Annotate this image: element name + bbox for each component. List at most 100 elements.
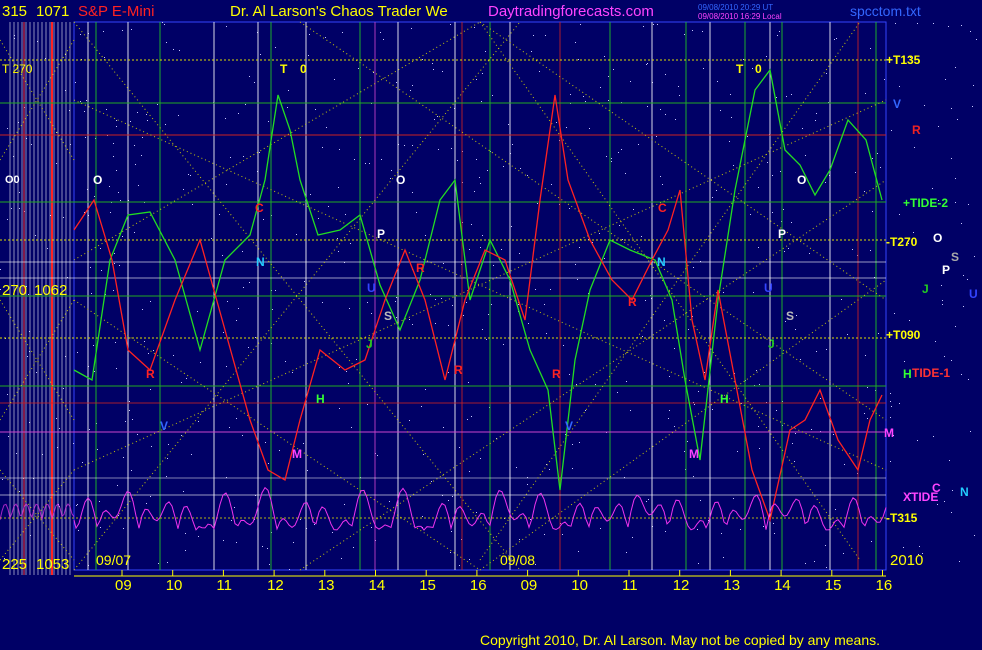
star-dot — [304, 281, 305, 282]
star-dot — [82, 462, 83, 463]
x-tick-label: 15 — [825, 577, 842, 594]
star-dot — [660, 176, 661, 177]
star-dot — [870, 250, 871, 251]
star-dot — [604, 258, 605, 259]
star-dot — [296, 234, 297, 235]
right-label: XTIDE — [903, 490, 938, 504]
star-dot — [115, 342, 116, 343]
star-dot — [307, 470, 308, 471]
star-dot — [578, 551, 579, 552]
star-dot — [647, 63, 648, 64]
star-dot — [632, 537, 633, 538]
star-dot — [579, 442, 580, 443]
chart-background — [0, 0, 982, 650]
star-dot — [516, 467, 517, 468]
star-dot — [450, 552, 451, 553]
star-dot — [181, 382, 182, 383]
star-dot — [600, 528, 601, 529]
star-dot — [674, 348, 675, 349]
star-dot — [118, 515, 119, 516]
star-dot — [544, 304, 545, 305]
star-dot — [646, 64, 647, 65]
star-dot — [520, 168, 521, 169]
star-dot — [878, 333, 879, 334]
star-dot — [747, 136, 748, 137]
star-dot — [606, 156, 607, 157]
star-dot — [459, 447, 460, 448]
star-dot — [80, 34, 81, 35]
star-dot — [137, 112, 138, 113]
star-dot — [158, 563, 159, 564]
x-tick-label: 11 — [622, 577, 638, 594]
star-dot — [371, 527, 372, 528]
star-dot — [422, 59, 423, 60]
star-dot — [890, 417, 891, 418]
star-dot — [435, 299, 436, 300]
star-dot — [35, 235, 36, 236]
star-dot — [351, 427, 352, 428]
left-o-marker: O0 — [5, 174, 20, 186]
star-dot — [811, 429, 812, 430]
star-dot — [99, 501, 100, 502]
star-dot — [332, 532, 333, 533]
star-dot — [104, 57, 105, 58]
star-dot — [633, 209, 634, 210]
star-dot — [684, 34, 685, 35]
star-dot — [31, 144, 32, 145]
star-dot — [358, 68, 359, 69]
star-dot — [339, 408, 340, 409]
star-dot — [826, 349, 827, 350]
star-dot — [114, 253, 115, 254]
star-dot — [508, 124, 509, 125]
star-dot — [569, 208, 570, 209]
star-dot — [183, 189, 184, 190]
star-dot — [434, 119, 435, 120]
star-dot — [183, 491, 184, 492]
star-dot — [19, 192, 20, 193]
star-dot — [576, 384, 577, 385]
star-dot — [103, 31, 104, 32]
star-dot — [481, 101, 482, 102]
star-dot — [952, 490, 953, 491]
star-dot — [970, 31, 971, 32]
star-dot — [469, 249, 470, 250]
x-tick-label: 13 — [318, 577, 335, 594]
star-dot — [530, 519, 531, 520]
star-dot — [114, 263, 115, 264]
star-dot — [166, 42, 167, 43]
star-dot — [185, 533, 186, 534]
star-dot — [619, 225, 620, 226]
star-dot — [73, 443, 74, 444]
star-dot — [669, 376, 670, 377]
chart-label: 0 — [755, 62, 762, 76]
star-dot — [423, 454, 424, 455]
star-dot — [884, 79, 885, 80]
star-dot — [933, 23, 934, 24]
star-dot — [712, 197, 713, 198]
chart-label: T — [736, 62, 744, 76]
star-dot — [545, 35, 546, 36]
star-dot — [759, 384, 760, 385]
star-dot — [774, 533, 775, 534]
right-label: V — [893, 97, 901, 111]
star-dot — [77, 352, 78, 353]
star-dot — [153, 350, 154, 351]
star-dot — [688, 329, 689, 330]
star-dot — [225, 118, 226, 119]
chart-label: R — [454, 363, 463, 377]
star-dot — [674, 426, 675, 427]
x-tick-label: 14 — [369, 577, 386, 594]
star-dot — [585, 101, 586, 102]
star-dot — [275, 290, 276, 291]
star-dot — [438, 149, 439, 150]
chart-label: H — [720, 392, 729, 406]
star-dot — [341, 558, 342, 559]
star-dot — [791, 94, 792, 95]
star-dot — [919, 546, 920, 547]
star-dot — [783, 209, 784, 210]
star-dot — [712, 409, 713, 410]
star-dot — [723, 292, 724, 293]
star-dot — [243, 287, 244, 288]
star-dot — [626, 381, 627, 382]
star-dot — [226, 26, 227, 27]
